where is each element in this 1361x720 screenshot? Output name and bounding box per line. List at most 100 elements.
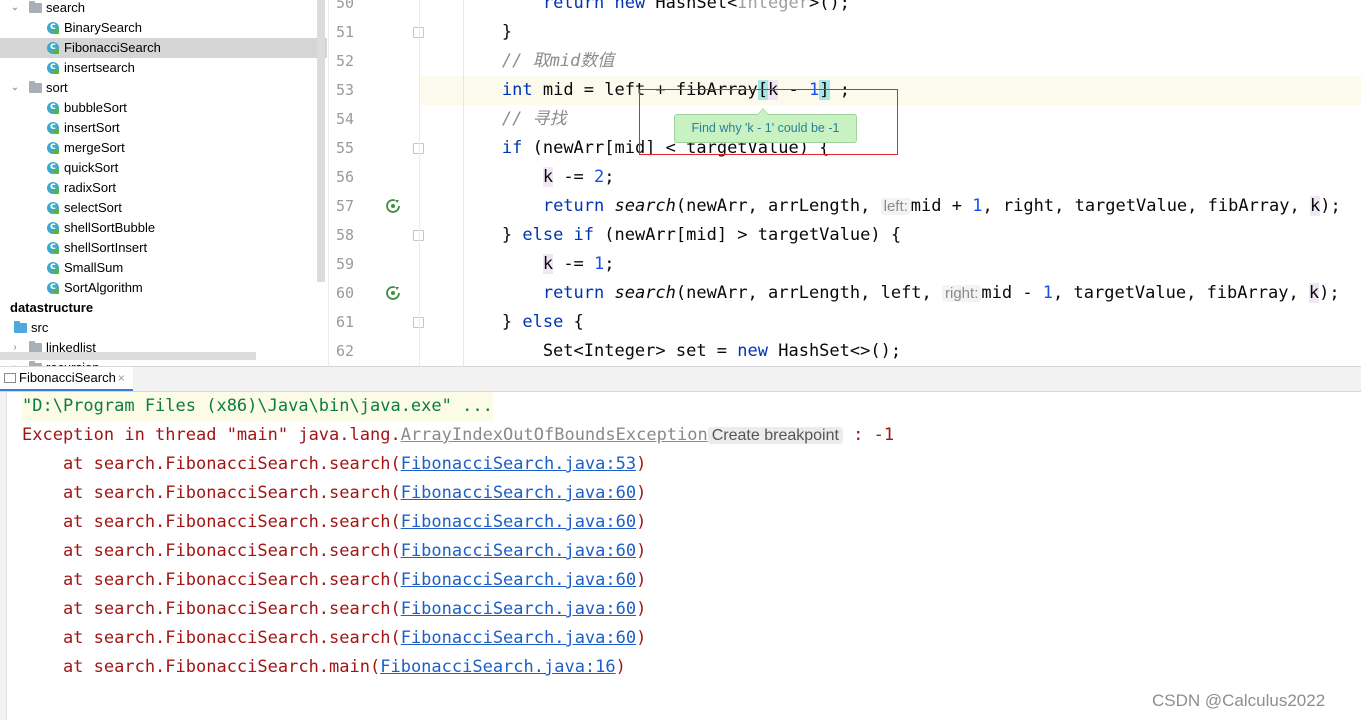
tree-node[interactable]: insertSort bbox=[0, 117, 316, 138]
stack-frame-line: at search.FibonacciSearch.search(Fibonac… bbox=[22, 566, 646, 595]
tree-node[interactable]: insertsearch bbox=[0, 57, 316, 78]
code-line[interactable]: k -= 1; bbox=[420, 250, 1361, 279]
tree-node[interactable]: ⌄ sort bbox=[0, 78, 316, 98]
tree-node-label: sort bbox=[46, 80, 68, 95]
tree-node[interactable]: BinarySearch bbox=[0, 17, 316, 38]
line-number[interactable]: 51 bbox=[329, 18, 354, 47]
code-token: return bbox=[542, 283, 615, 303]
code-editor[interactable]: 50 51 52 53 54 55 56 57 58 59 60 61 62 return new Ha… bbox=[328, 0, 1361, 366]
code-line[interactable]: return search(newArr, arrLength, left: mi… bbox=[420, 192, 1361, 221]
code-line[interactable]: return search(newArr, arrLength, left, r… bbox=[420, 279, 1361, 308]
code-token: else bbox=[522, 312, 564, 332]
code-line[interactable]: } bbox=[420, 18, 1361, 47]
recursive-call-icon[interactable] bbox=[385, 285, 401, 301]
tree-node[interactable]: FibonacciSearch bbox=[0, 37, 327, 58]
code-token: k bbox=[1308, 283, 1320, 303]
tree-node-label: bubbleSort bbox=[64, 100, 127, 115]
tree-node[interactable]: mergeSort bbox=[0, 137, 316, 158]
source-location-link[interactable]: FibonacciSearch.java:16 bbox=[380, 657, 615, 677]
tree-horizontal-scrollbar[interactable] bbox=[0, 352, 256, 360]
ai-hint-tooltip[interactable]: Find why 'k - 1' could be -1 bbox=[674, 108, 857, 143]
stack-frame-text: at search.FibonacciSearch.search( bbox=[22, 454, 401, 474]
run-tab-fibonaccisearch[interactable]: FibonacciSearch × bbox=[0, 367, 133, 391]
code-token: search bbox=[614, 283, 676, 303]
tree-node[interactable]: selectSort bbox=[0, 197, 316, 218]
source-location-link[interactable]: FibonacciSearch.java:60 bbox=[401, 512, 636, 532]
code-line[interactable]: k -= 2; bbox=[420, 163, 1361, 192]
source-location-link[interactable]: FibonacciSearch.java:60 bbox=[401, 541, 636, 561]
stack-frame-end: ) bbox=[615, 657, 626, 677]
tree-node[interactable]: quickSort bbox=[0, 157, 316, 178]
tree-node[interactable]: bubbleSort bbox=[0, 97, 316, 118]
runnable-marker-icon bbox=[54, 109, 59, 114]
source-location-link[interactable]: FibonacciSearch.java:60 bbox=[401, 483, 636, 503]
tree-node[interactable]: SmallSum bbox=[0, 257, 316, 278]
tree-node[interactable]: ⌄ search bbox=[0, 0, 316, 18]
line-number[interactable]: 52 bbox=[329, 47, 354, 76]
create-breakpoint-button[interactable]: Create breakpoint bbox=[707, 427, 843, 444]
code-token: // 取mid数值 bbox=[501, 51, 615, 71]
line-number[interactable]: 55 bbox=[329, 134, 354, 163]
tree-node[interactable]: shellSortBubble bbox=[0, 217, 316, 238]
code-token: HashSet<>(); bbox=[768, 341, 902, 361]
parameter-hint: right: bbox=[942, 285, 982, 302]
tree-vertical-scrollbar[interactable] bbox=[317, 0, 325, 282]
line-number[interactable]: 56 bbox=[329, 163, 354, 192]
line-number[interactable]: 50 bbox=[329, 0, 354, 18]
stack-frame-text: at search.FibonacciSearch.main( bbox=[22, 657, 381, 677]
runnable-marker-icon bbox=[54, 129, 59, 134]
tree-node-label: mergeSort bbox=[64, 140, 125, 155]
source-location-link[interactable]: FibonacciSearch.java:53 bbox=[401, 454, 636, 474]
code-line[interactable]: Set<Integer> set = new HashSet<>(); bbox=[420, 337, 1361, 366]
line-number[interactable]: 58 bbox=[329, 221, 354, 250]
exception-class-link[interactable]: ArrayIndexOutOfBoundsException bbox=[401, 425, 708, 445]
run-console-output[interactable]: "D:\Program Files (x86)\Java\bin\java.ex… bbox=[0, 392, 1361, 720]
stack-frame-line: at search.FibonacciSearch.main(Fibonacci… bbox=[22, 653, 626, 682]
code-line[interactable]: } else if (newArr[mid] > targetValue) { bbox=[420, 221, 1361, 250]
code-token: Set<Integer> set = bbox=[420, 341, 738, 361]
runnable-marker-icon bbox=[54, 169, 59, 174]
code-token: 1 bbox=[594, 254, 605, 274]
run-tab-label: FibonacciSearch bbox=[19, 370, 116, 385]
code-line[interactable]: // 取mid数值 bbox=[420, 47, 1361, 76]
close-icon[interactable]: × bbox=[118, 371, 125, 385]
tree-node[interactable]: datastructure bbox=[0, 298, 316, 318]
tree-node-label: shellSortBubble bbox=[64, 220, 156, 235]
code-token: (newArr[mid] > targetValue) { bbox=[594, 225, 902, 245]
code-token: search bbox=[614, 196, 676, 216]
code-token: return bbox=[542, 196, 615, 216]
runnable-marker-icon bbox=[54, 69, 59, 74]
tree-node-label: quickSort bbox=[64, 160, 119, 175]
line-number[interactable]: 61 bbox=[329, 308, 354, 337]
source-location-link[interactable]: FibonacciSearch.java:60 bbox=[401, 599, 636, 619]
line-number[interactable]: 53 bbox=[329, 76, 354, 105]
line-number[interactable]: 54 bbox=[329, 105, 354, 134]
tree-node[interactable]: SortAlgorithm bbox=[0, 277, 316, 298]
java-class-icon bbox=[47, 37, 59, 57]
code-token: if bbox=[501, 138, 523, 158]
code-token: new bbox=[737, 341, 768, 361]
code-token: return new bbox=[542, 0, 656, 13]
tree-node[interactable]: radixSort bbox=[0, 177, 316, 198]
code-line[interactable]: } else { bbox=[420, 308, 1361, 337]
line-number[interactable]: 60 bbox=[329, 279, 354, 308]
tree-node[interactable]: src bbox=[0, 318, 316, 338]
tree-node[interactable]: shellSortInsert bbox=[0, 237, 316, 258]
stack-frame-text: at search.FibonacciSearch.search( bbox=[22, 483, 401, 503]
source-location-link[interactable]: FibonacciSearch.java:60 bbox=[401, 570, 636, 590]
line-number[interactable]: 59 bbox=[329, 250, 354, 279]
stack-frame-end: ) bbox=[636, 454, 647, 474]
code-token: // 寻找 bbox=[501, 109, 567, 129]
runnable-marker-icon bbox=[54, 29, 59, 34]
chevron-down-icon[interactable]: ⌄ bbox=[9, 0, 21, 18]
source-location-link[interactable]: FibonacciSearch.java:60 bbox=[401, 628, 636, 648]
line-number[interactable]: 57 bbox=[329, 192, 354, 221]
code-line[interactable]: return new HashSet<Integer>(); bbox=[420, 0, 1361, 18]
recursive-call-icon[interactable] bbox=[385, 198, 401, 214]
code-token: Integer bbox=[737, 0, 809, 13]
line-number[interactable]: 62 bbox=[329, 337, 354, 366]
chevron-down-icon[interactable]: ⌄ bbox=[9, 78, 21, 98]
code-token: k bbox=[1309, 196, 1321, 216]
